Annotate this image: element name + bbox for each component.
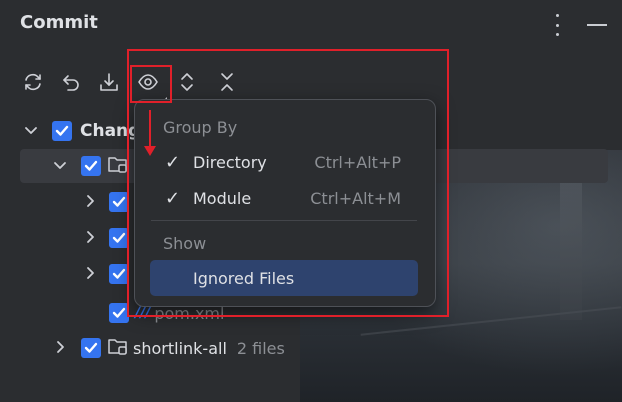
tree-row-shortlink-all[interactable]: shortlink-all 2 files	[53, 331, 285, 365]
panel-title: Commit	[20, 12, 98, 33]
shelve-icon[interactable]	[96, 69, 122, 95]
file-count: 2 files	[236, 338, 285, 358]
chevron-down-icon[interactable]	[53, 157, 67, 176]
row-checkbox[interactable]	[81, 156, 101, 176]
module-folder-icon	[107, 336, 129, 360]
more-options-icon[interactable]	[549, 14, 565, 36]
row-checkbox[interactable]	[109, 264, 129, 284]
chevron-right-icon[interactable]	[53, 339, 67, 358]
root-checkbox[interactable]	[52, 121, 72, 141]
chevron-down-icon[interactable]	[24, 122, 38, 141]
row-checkbox[interactable]	[81, 338, 101, 358]
tree-row-child-2[interactable]	[83, 221, 129, 255]
annotation-outline-large	[127, 49, 449, 317]
row-checkbox[interactable]	[109, 192, 129, 212]
background-structure	[560, 160, 582, 320]
annotation-arrow-head	[144, 146, 156, 156]
row-checkbox[interactable]	[109, 303, 129, 323]
tree-row-child-3[interactable]	[83, 257, 129, 291]
minimize-icon[interactable]	[587, 24, 607, 26]
module-label: shortlink-all	[133, 338, 227, 358]
row-checkbox[interactable]	[109, 228, 129, 248]
tree-row-module[interactable]	[53, 149, 129, 183]
tree-row-child-1[interactable]	[83, 185, 129, 219]
module-folder-icon	[107, 154, 129, 178]
annotation-arrow-line	[149, 110, 151, 146]
chevron-right-icon[interactable]	[83, 229, 97, 248]
chevron-right-icon[interactable]	[83, 265, 97, 284]
rollback-icon[interactable]	[58, 69, 84, 95]
refresh-icon[interactable]	[20, 69, 46, 95]
chevron-right-icon[interactable]	[83, 193, 97, 212]
annotation-outline-button	[130, 65, 172, 103]
